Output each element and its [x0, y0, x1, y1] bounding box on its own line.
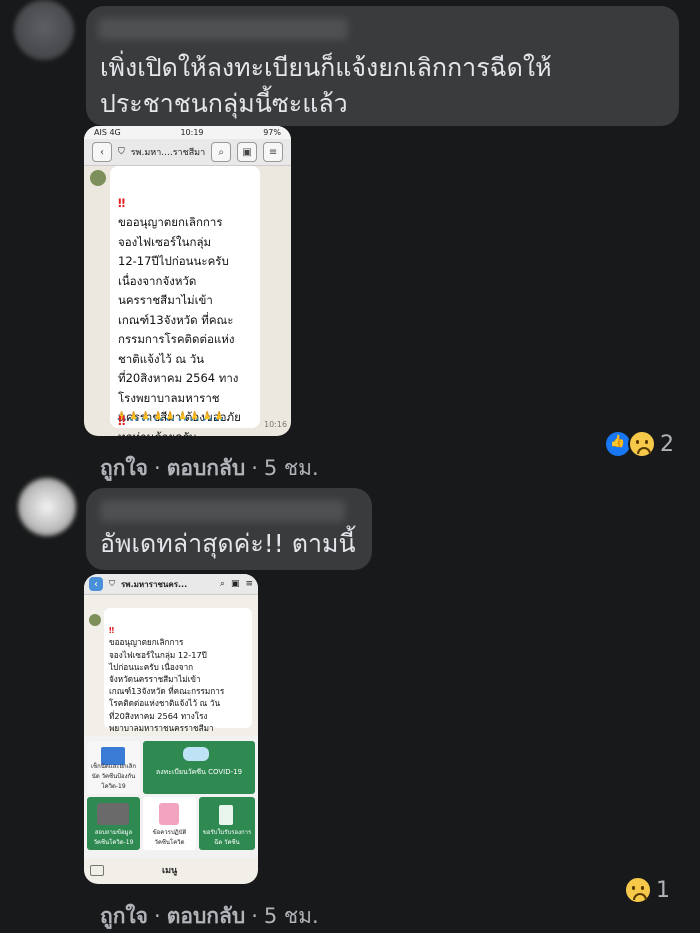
keyboard-icon — [90, 865, 104, 876]
double-exclamation-icon: ‼ — [118, 195, 126, 210]
search-icon: ⌕ — [211, 142, 232, 162]
menu-icon: ≡ — [245, 579, 253, 589]
like-link[interactable]: ถูกใจ — [100, 456, 148, 480]
commenter-avatar[interactable] — [14, 0, 74, 60]
sad-icon — [628, 430, 656, 458]
reply-link[interactable]: ตอบกลับ — [167, 904, 246, 928]
reaction-count: 2 — [660, 431, 674, 457]
comment-actions: ถูกใจ · ตอบกลับ · 5 ชม. — [100, 456, 319, 480]
back-icon: ‹ — [89, 577, 103, 591]
line-rich-menu: เช็กนัดและยกเลิกนัด วัคซีนป้องกันโควิด-1… — [84, 736, 258, 858]
like-link[interactable]: ถูกใจ — [100, 904, 148, 928]
chat-sender-avatar — [89, 614, 101, 626]
comment-attachment-image[interactable]: ‹ ⛉ รพ.มหาราชนคร... ⌕ ▣ ≡ ‼ ขออนุญาตยกเล… — [84, 574, 258, 884]
notes-icon: ▣ — [237, 142, 258, 162]
reply-link[interactable]: ตอบกลับ — [167, 456, 246, 480]
comment-attachment-image[interactable]: AIS 4G 10:19 97% ‹ ⛉ รพ.มหา....ราชสีมา ⌕… — [84, 126, 291, 436]
line-chat-header: ‹ ⛉ รพ.มหาราชนคร... ⌕ ▣ ≡ — [84, 574, 258, 595]
chat-sender-avatar — [90, 170, 106, 186]
comment-text: เพิ่งเปิดให้ลงทะเบียนก็แจ้งยกเลิกการฉีดใ… — [100, 53, 552, 118]
reaction-count: 1 — [656, 877, 670, 903]
timestamp[interactable]: 5 ชม. — [264, 456, 319, 480]
commenter-name-blurred[interactable] — [98, 18, 348, 40]
double-exclamation-icon: ‼ — [109, 625, 115, 636]
rich-menu-tile: สอบถามข้อมูล วัคซีนโควิด-19 — [87, 797, 140, 850]
chat-message: ‼ ขออนุญาตยกเลิกการ จองไฟเซอร์ในกลุ่ม 12… — [104, 608, 252, 745]
rich-menu-tile: ข้อควรปฏิบัติ วัคซีนโควิด — [143, 797, 196, 850]
menu-icon: ≡ — [263, 142, 283, 162]
shield-icon: ⛉ — [109, 579, 115, 588]
chat-message-text: ขออนุญาตยกเลิกการ จองไฟเซอร์ในกลุ่ม 12-1… — [118, 215, 241, 436]
back-icon: ‹ — [92, 142, 112, 162]
commenter-avatar[interactable] — [18, 478, 76, 536]
rich-menu-label: เมนู — [162, 866, 178, 876]
sad-icon — [624, 876, 652, 904]
chat-message: ‼ ขออนุญาตยกเลิกการ จองไฟเซอร์ในกลุ่ม 12… — [110, 166, 260, 436]
comment-actions: ถูกใจ · ตอบกลับ · 5 ชม. — [100, 904, 319, 928]
phone-status-bar: AIS 4G 10:19 97% — [84, 126, 291, 139]
comment-text: อัพเดทล่าสุดค่ะ!! ตามนี้ — [100, 529, 356, 558]
praying-hands-icons: 🙏🙏🙏🙏🙏🙏🙏🙏🙏 — [116, 412, 226, 422]
reaction-summary[interactable]: 1 — [624, 876, 670, 904]
message-time: 10:16 — [264, 420, 288, 429]
reaction-summary[interactable]: 2 — [604, 430, 674, 458]
timestamp[interactable]: 5 ชม. — [264, 904, 319, 928]
rich-menu-tile: ลงทะเบียนวัคซีน COVID-19 — [143, 741, 255, 794]
double-exclamation-icon: ‼ — [118, 414, 126, 428]
shield-icon: ⛉ — [117, 147, 125, 157]
chat-title: รพ.มหาราชนคร... — [121, 579, 188, 589]
comment-bubble: อัพเดทล่าสุดค่ะ!! ตามนี้ — [86, 488, 372, 570]
comment-bubble: เพิ่งเปิดให้ลงทะเบียนก็แจ้งยกเลิกการฉีดใ… — [86, 6, 679, 126]
commenter-name-blurred[interactable] — [100, 500, 345, 522]
line-chat-header: ‹ ⛉ รพ.มหา....ราชสีมา ⌕ ▣ ≡ — [84, 139, 291, 166]
search-icon: ⌕ — [219, 579, 225, 589]
notes-icon: ▣ — [230, 579, 240, 589]
rich-menu-tile: เช็กนัดและยกเลิกนัด วัคซีนป้องกันโควิด-1… — [87, 741, 140, 794]
chat-message-text: ขออนุญาตยกเลิกการ จองไฟเซอร์ในกลุ่ม 12-1… — [109, 637, 225, 745]
chat-title: รพ.มหา....ราชสีมา — [130, 148, 206, 158]
rich-menu-tile: ขอรับใบรับรองการฉีด วัคซีน — [199, 797, 255, 850]
